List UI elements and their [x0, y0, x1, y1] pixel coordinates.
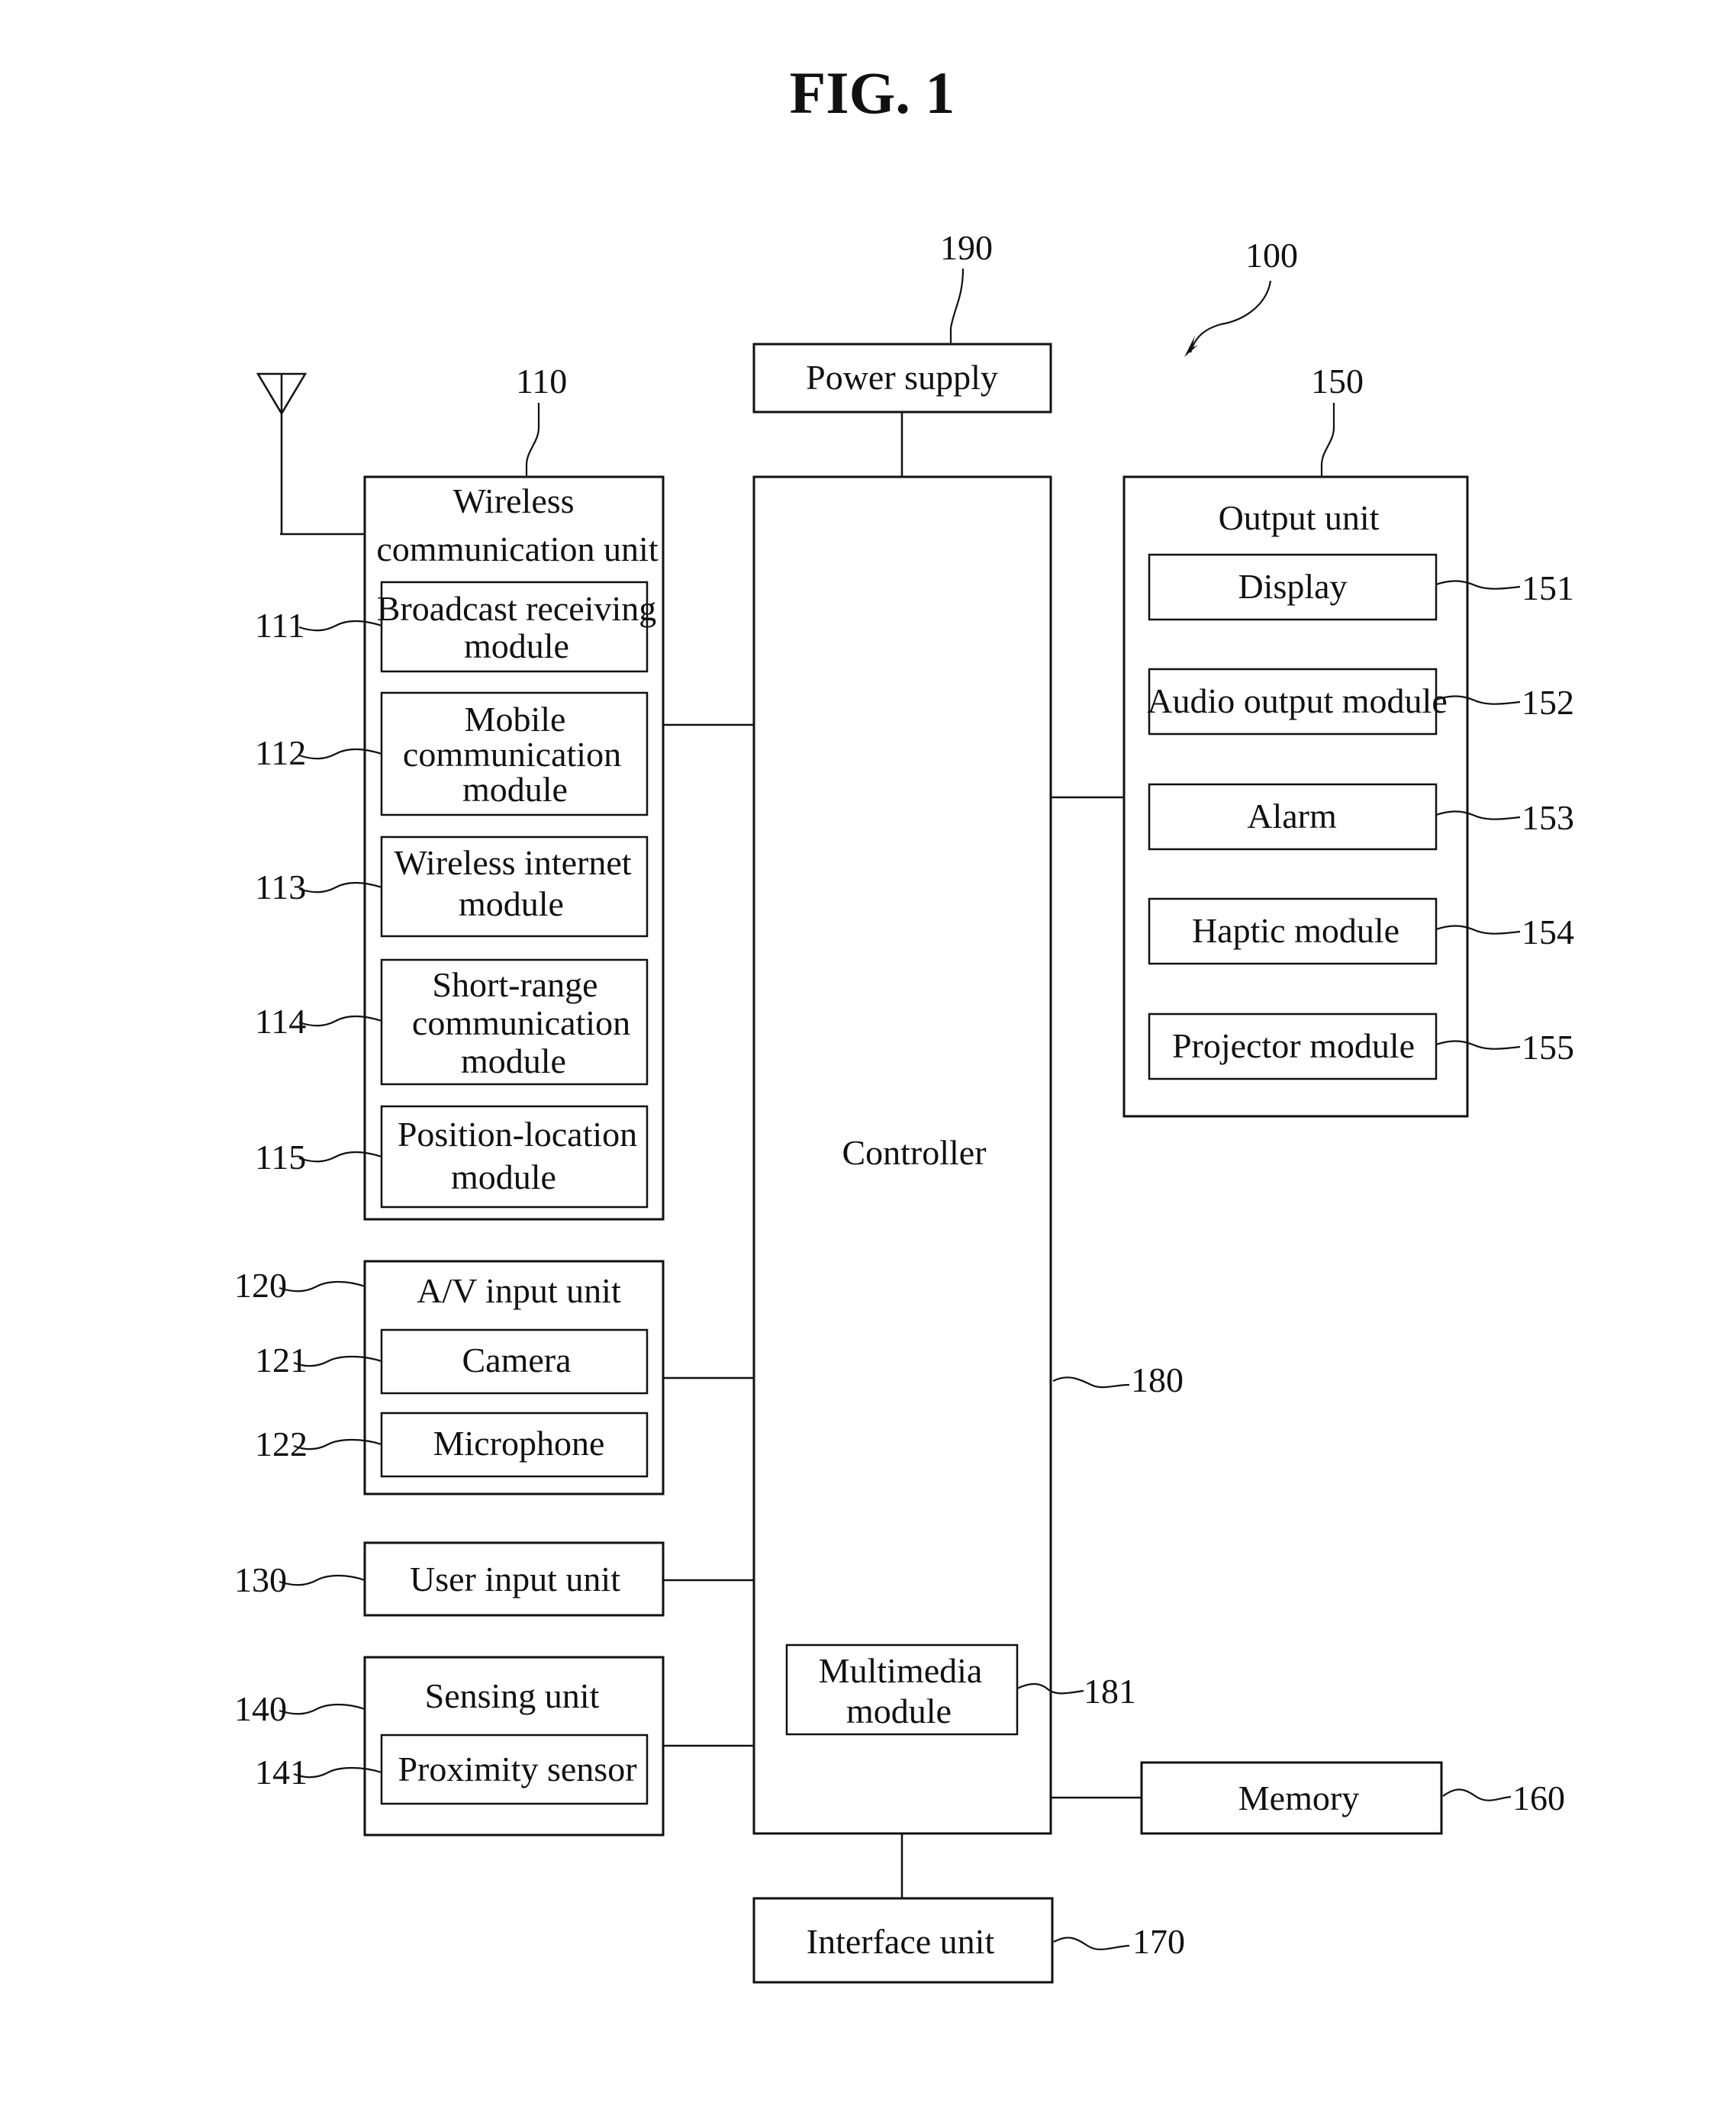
figure-title: FIG. 1 — [790, 60, 955, 126]
audio-output-label: Audio output module — [1147, 681, 1448, 720]
sensing-unit-label: Sensing unit — [425, 1676, 600, 1715]
ref-100: 100 — [1245, 236, 1298, 275]
ref-153: 153 — [1522, 798, 1574, 837]
camera-label: Camera — [462, 1341, 571, 1379]
ref-140: 140 — [234, 1689, 287, 1728]
short-range-label-line3: module — [461, 1041, 566, 1080]
mobile-label-line2: communication — [403, 735, 621, 774]
ref-170: 170 — [1132, 1922, 1185, 1961]
ref-154: 154 — [1522, 913, 1574, 951]
ref-121: 121 — [255, 1341, 308, 1379]
block-diagram: FIG. 1 100 190 Power supply Controller 1… — [234, 60, 1574, 1984]
leader-120 — [279, 1280, 366, 1293]
wireless-internet-label-line2: module — [459, 884, 564, 923]
ref-155: 155 — [1522, 1028, 1574, 1067]
ref-151: 151 — [1522, 568, 1574, 607]
output-unit-label: Output unit — [1219, 498, 1380, 537]
microphone-label: Microphone — [433, 1424, 605, 1463]
ref-112: 112 — [255, 733, 306, 772]
alarm-label: Alarm — [1247, 797, 1337, 835]
user-input-unit-label: User input unit — [410, 1560, 620, 1598]
leader-150 — [1320, 403, 1335, 477]
position-label-line2: module — [451, 1157, 556, 1196]
ref-114: 114 — [255, 1002, 306, 1041]
ref-120: 120 — [234, 1266, 287, 1305]
wireless-unit-label-line1: Wireless — [453, 481, 574, 520]
av-input-unit-label: A/V input unit — [417, 1271, 621, 1310]
short-range-label-line2: communication — [412, 1003, 630, 1042]
ref-152: 152 — [1522, 683, 1574, 722]
leader-190 — [949, 268, 965, 344]
proximity-sensor-label: Proximity sensor — [398, 1750, 636, 1788]
ref-113: 113 — [255, 868, 306, 906]
leader-160 — [1442, 1788, 1512, 1801]
ref-141: 141 — [255, 1753, 308, 1792]
leader-170 — [1053, 1936, 1130, 1951]
display-label: Display — [1238, 567, 1347, 606]
multimedia-label-line2: module — [846, 1692, 952, 1730]
ref-111: 111 — [255, 606, 305, 645]
interface-unit-label: Interface unit — [807, 1922, 995, 1961]
position-label-line1: Position-location — [398, 1115, 637, 1154]
short-range-label-line1: Short-range — [432, 965, 597, 1004]
ref-181: 181 — [1084, 1672, 1136, 1711]
ref-160: 160 — [1512, 1779, 1565, 1817]
power-supply-label: Power supply — [806, 358, 998, 397]
controller-label: Controller — [842, 1133, 986, 1172]
leader-180 — [1052, 1376, 1130, 1389]
wireless-unit-label-line2: communication unit — [376, 530, 658, 568]
device-leader-line — [1189, 280, 1272, 353]
wireless-internet-label-line1: Wireless internet — [394, 843, 631, 882]
leader-140 — [279, 1703, 366, 1715]
memory-label: Memory — [1238, 1779, 1359, 1817]
broadcast-label-line1: Broadcast receiving — [377, 589, 657, 628]
ref-122: 122 — [255, 1425, 308, 1463]
ref-130: 130 — [234, 1560, 287, 1599]
mobile-label-line1: Mobile — [465, 700, 566, 739]
ref-150: 150 — [1311, 362, 1364, 401]
multimedia-label-line1: Multimedia — [819, 1651, 983, 1690]
haptic-module-label: Haptic module — [1192, 911, 1399, 950]
mobile-label-line3: module — [462, 770, 568, 809]
ref-110: 110 — [516, 362, 567, 401]
leader-130 — [279, 1574, 366, 1586]
ref-115: 115 — [255, 1138, 306, 1177]
ref-180: 180 — [1131, 1360, 1184, 1399]
ref-190: 190 — [940, 228, 993, 267]
antenna-icon — [256, 372, 365, 536]
broadcast-label-line2: module — [464, 626, 569, 665]
projector-module-label: Projector module — [1172, 1026, 1415, 1065]
leader-110 — [525, 403, 540, 477]
